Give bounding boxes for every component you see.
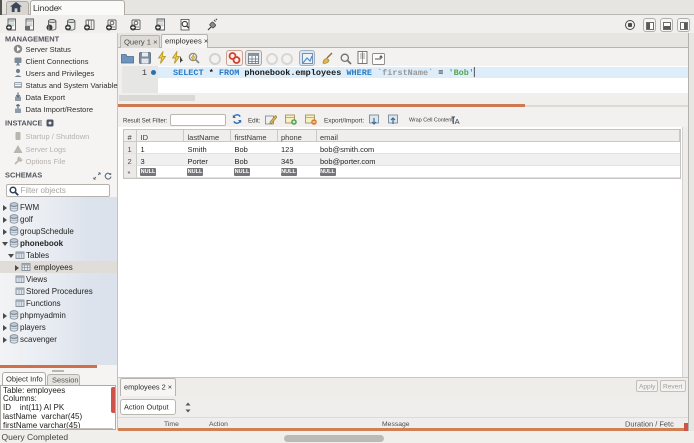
svg-text:i: i: [49, 26, 50, 31]
svg-text:A: A: [455, 117, 460, 125]
